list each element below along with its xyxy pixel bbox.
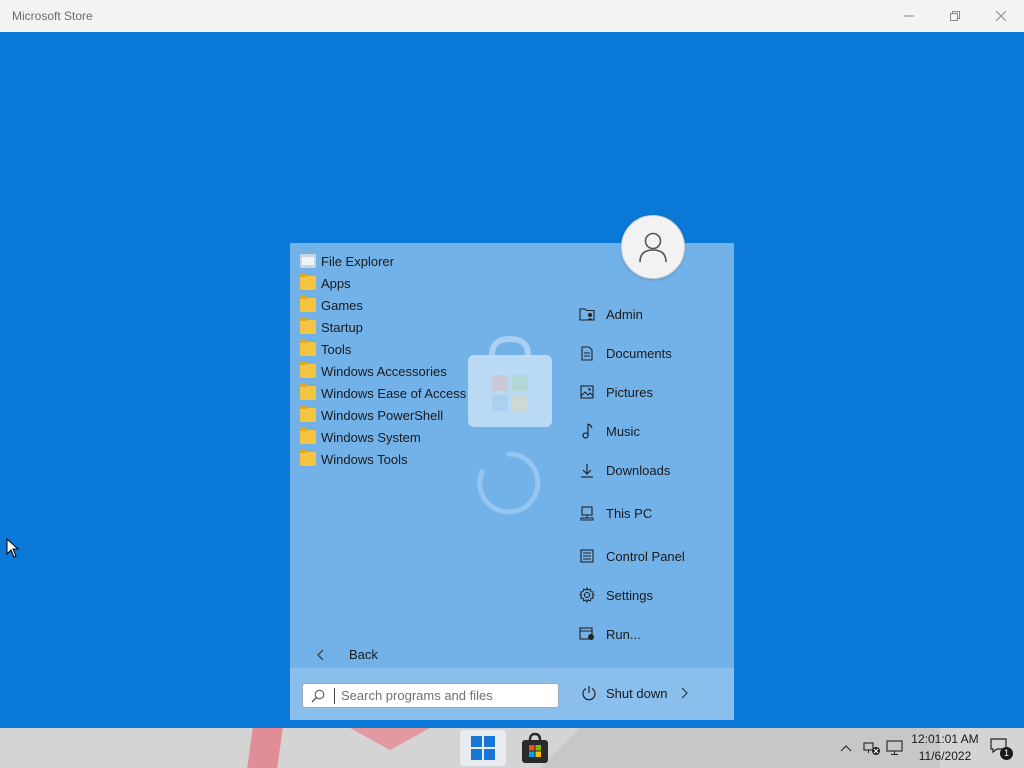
show-hidden-icons-button[interactable] bbox=[836, 728, 856, 768]
window-title: Microsoft Store bbox=[12, 9, 93, 23]
shutdown-label: Shut down bbox=[606, 685, 668, 701]
program-apps[interactable]: Apps bbox=[300, 272, 466, 294]
wallpaper-decoration bbox=[247, 728, 283, 768]
program-windows-tools[interactable]: Windows Tools bbox=[300, 448, 466, 470]
store-icon bbox=[522, 732, 548, 763]
search-icon bbox=[311, 689, 325, 702]
mouse-cursor-icon bbox=[6, 538, 20, 558]
place-label: Run... bbox=[606, 626, 641, 642]
folder-icon bbox=[300, 384, 316, 400]
program-list: File Explorer Apps Games Startup Tools W… bbox=[300, 250, 466, 470]
program-label: File Explorer bbox=[321, 253, 394, 269]
monitor-icon bbox=[886, 740, 903, 755]
run-icon bbox=[579, 627, 594, 640]
folder-icon bbox=[300, 406, 316, 422]
program-games[interactable]: Games bbox=[300, 294, 466, 316]
control-panel-icon bbox=[580, 549, 594, 563]
folder-icon bbox=[300, 362, 316, 378]
place-this-pc[interactable]: This PC bbox=[578, 501, 652, 525]
folder-icon bbox=[300, 340, 316, 356]
program-label: Tools bbox=[321, 341, 352, 357]
program-label: Games bbox=[321, 297, 363, 313]
place-label: Downloads bbox=[606, 462, 671, 478]
place-downloads[interactable]: Downloads bbox=[578, 458, 670, 482]
music-note-icon bbox=[582, 423, 593, 439]
back-label: Back bbox=[349, 647, 378, 662]
text-cursor bbox=[334, 687, 335, 704]
computer-icon bbox=[580, 505, 594, 520]
program-tools[interactable]: Tools bbox=[300, 338, 466, 360]
program-label: Windows Ease of Access bbox=[321, 385, 467, 401]
place-pictures[interactable]: Pictures bbox=[578, 380, 653, 404]
back-button[interactable]: Back bbox=[308, 647, 378, 662]
folder-icon bbox=[300, 450, 316, 466]
program-label: Apps bbox=[321, 275, 351, 291]
place-label: Admin bbox=[606, 306, 643, 322]
close-button[interactable] bbox=[978, 0, 1024, 32]
program-file-explorer[interactable]: File Explorer bbox=[300, 250, 466, 272]
power-icon bbox=[582, 686, 596, 701]
network-disconnected-icon bbox=[863, 742, 880, 755]
notification-center-button[interactable]: 1 bbox=[990, 738, 1013, 760]
place-run[interactable]: Run... bbox=[578, 622, 641, 646]
program-label: Windows Accessories bbox=[321, 363, 447, 379]
windows-logo-icon bbox=[471, 736, 495, 760]
program-label: Startup bbox=[321, 319, 363, 335]
taskbar-store-app[interactable] bbox=[512, 730, 558, 766]
chevron-right-icon[interactable] bbox=[680, 687, 689, 699]
place-music[interactable]: Music bbox=[578, 419, 640, 443]
chevron-left-icon bbox=[317, 649, 324, 660]
shutdown-button[interactable]: Shut down bbox=[580, 684, 689, 702]
minimize-button[interactable] bbox=[886, 0, 932, 32]
place-label: Control Panel bbox=[606, 548, 685, 564]
display-tray-button[interactable] bbox=[884, 728, 906, 768]
file-explorer-icon bbox=[300, 254, 316, 268]
document-icon bbox=[581, 345, 593, 361]
title-bar: Microsoft Store bbox=[0, 0, 1024, 32]
program-windows-accessories[interactable]: Windows Accessories bbox=[300, 360, 466, 382]
folder-icon bbox=[300, 296, 316, 312]
user-folder-icon bbox=[579, 308, 595, 321]
program-startup[interactable]: Startup bbox=[300, 316, 466, 338]
search-box[interactable] bbox=[302, 683, 559, 708]
restore-icon bbox=[950, 11, 960, 21]
download-icon bbox=[581, 463, 593, 478]
clock[interactable]: 12:01:01 AM 11/6/2022 bbox=[908, 731, 982, 765]
user-icon bbox=[639, 232, 667, 263]
start-button[interactable] bbox=[460, 730, 506, 766]
folder-icon bbox=[300, 274, 316, 290]
place-control-panel[interactable]: Control Panel bbox=[578, 544, 685, 568]
picture-icon bbox=[580, 385, 594, 399]
wallpaper-decoration bbox=[350, 728, 430, 750]
place-label: Music bbox=[606, 423, 640, 439]
gear-icon bbox=[579, 587, 595, 603]
close-icon bbox=[996, 11, 1006, 21]
network-status-button[interactable] bbox=[860, 728, 884, 768]
minimize-icon bbox=[904, 15, 914, 17]
search-input[interactable] bbox=[341, 688, 541, 703]
program-label: Windows PowerShell bbox=[321, 407, 444, 423]
program-label: Windows Tools bbox=[321, 451, 408, 467]
program-windows-powershell[interactable]: Windows PowerShell bbox=[300, 404, 466, 426]
place-admin[interactable]: Admin bbox=[578, 302, 643, 326]
program-label: Windows System bbox=[321, 429, 421, 445]
program-windows-system[interactable]: Windows System bbox=[300, 426, 466, 448]
notification-count-badge: 1 bbox=[1000, 747, 1013, 760]
folder-icon bbox=[300, 428, 316, 444]
folder-icon bbox=[300, 318, 316, 334]
clock-time: 12:01:01 AM bbox=[911, 732, 979, 746]
place-label: This PC bbox=[606, 505, 653, 521]
taskbar: 12:01:01 AM 11/6/2022 1 bbox=[0, 728, 1024, 768]
start-menu: File Explorer Apps Games Startup Tools W… bbox=[290, 215, 734, 720]
place-label: Settings bbox=[606, 587, 653, 603]
clock-date: 11/6/2022 bbox=[918, 749, 972, 763]
user-avatar[interactable] bbox=[621, 215, 685, 279]
place-label: Pictures bbox=[606, 384, 653, 400]
place-label: Documents bbox=[606, 345, 672, 361]
restore-button[interactable] bbox=[932, 0, 978, 32]
chevron-up-icon bbox=[840, 745, 852, 752]
place-documents[interactable]: Documents bbox=[578, 341, 672, 365]
place-settings[interactable]: Settings bbox=[578, 583, 653, 607]
program-windows-ease-of-access[interactable]: Windows Ease of Access bbox=[300, 382, 466, 404]
